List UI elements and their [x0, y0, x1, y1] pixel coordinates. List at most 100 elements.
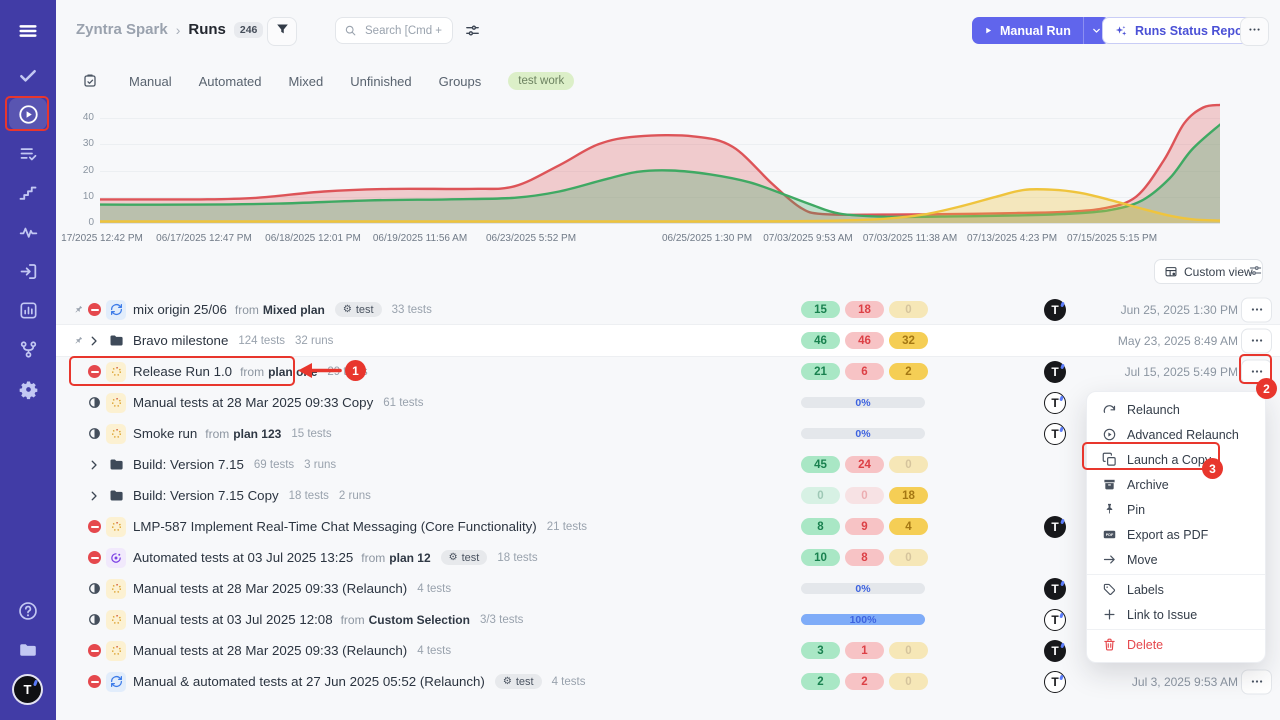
- search-input[interactable]: [363, 24, 444, 38]
- run-name[interactable]: Manual tests at 28 Mar 2025 09:33 (Relau…: [133, 581, 407, 596]
- run-row[interactable]: mix origin 25/06fromMixed plan⚙test33 te…: [56, 294, 1280, 325]
- tab-groups[interactable]: Groups: [439, 74, 482, 89]
- search-settings-icon[interactable]: [464, 22, 481, 44]
- sidebar-item-imports[interactable]: [0, 257, 56, 285]
- run-name[interactable]: Build: Version 7.15: [133, 457, 244, 472]
- spinner-icon: [106, 393, 126, 413]
- pinned-icon[interactable]: [72, 335, 84, 347]
- result-pill: 1: [845, 642, 884, 659]
- sidebar-item-milestones[interactable]: [0, 179, 56, 207]
- run-name[interactable]: LMP-587 Implement Real-Time Chat Messagi…: [133, 519, 537, 534]
- tag-badge[interactable]: ⚙test: [495, 674, 542, 689]
- breadcrumb-project[interactable]: Zyntra Spark: [76, 21, 168, 38]
- menu-item-label: Export as PDF: [1127, 528, 1208, 542]
- run-name[interactable]: Bravo milestone: [133, 333, 228, 348]
- sidebar-item-settings[interactable]: [0, 375, 56, 403]
- run-name[interactable]: Manual & automated tests at 27 Jun 2025 …: [133, 674, 485, 689]
- plan-name[interactable]: plan 123: [233, 427, 281, 441]
- run-row[interactable]: Bravo milestone124 tests32 runs464632May…: [56, 324, 1280, 357]
- run-date: May 23, 2025 8:49 AM: [1118, 334, 1238, 348]
- plan-name[interactable]: plan one: [268, 365, 317, 379]
- run-name[interactable]: mix origin 25/06: [133, 302, 227, 317]
- menu-item-advanced-relaunch[interactable]: Advanced Relaunch: [1087, 422, 1265, 447]
- run-name[interactable]: Manual tests at 28 Mar 2025 09:33 Copy: [133, 395, 373, 410]
- run-row-main: LMP-587 Implement Real-Time Chat Messagi…: [88, 511, 587, 542]
- sidebar-item-help[interactable]: [0, 597, 56, 625]
- sidebar-item-tests[interactable]: [0, 61, 56, 89]
- run-name[interactable]: Smoke run: [133, 426, 197, 441]
- sidebar-item-activity[interactable]: [0, 218, 56, 246]
- menu-item-link-to-issue[interactable]: Link to Issue: [1087, 602, 1265, 627]
- plan-name[interactable]: Mixed plan: [263, 303, 325, 317]
- run-name[interactable]: Manual tests at 03 Jul 2025 12:08: [133, 612, 333, 627]
- expand-chevron-icon[interactable]: [88, 335, 106, 347]
- result-pill: 4: [889, 518, 928, 535]
- saved-views-icon[interactable]: [82, 73, 98, 89]
- row-more-button[interactable]: [1241, 297, 1272, 322]
- run-name[interactable]: Build: Version 7.15 Copy: [133, 488, 279, 503]
- custom-view-button[interactable]: Custom view: [1154, 259, 1263, 284]
- tests-count: 33 tests: [392, 304, 432, 316]
- run-row-main: Release Run 1.0fromplan one29 tests: [88, 356, 368, 387]
- sidebar-item-test-plans[interactable]: [0, 139, 56, 167]
- results-cell: 2162: [801, 356, 933, 387]
- chevron-down-icon: [1091, 25, 1102, 36]
- row-more-button[interactable]: [1241, 328, 1272, 353]
- run-row[interactable]: Release Run 1.0fromplan one29 tests2162T…: [56, 356, 1280, 387]
- run-date: Jul 3, 2025 9:53 AM: [1132, 675, 1238, 689]
- run-row[interactable]: Manual & automated tests at 27 Jun 2025 …: [56, 666, 1280, 697]
- assignee-avatar: T: [1044, 392, 1066, 414]
- status-blocked-icon: [88, 675, 106, 688]
- result-pill: 2: [889, 363, 928, 380]
- menu-item-launch-a-copy[interactable]: Launch a Copy: [1087, 447, 1265, 472]
- tag-badge[interactable]: ⚙test: [335, 302, 382, 317]
- progress-label: 100%: [801, 614, 925, 625]
- manual-run-button[interactable]: Manual Run: [972, 17, 1110, 44]
- sidebar-item-traceability[interactable]: [0, 335, 56, 363]
- results-cell: 0%: [801, 573, 925, 604]
- menu-item-delete[interactable]: Delete: [1087, 632, 1265, 657]
- tests-count: 124 tests: [238, 335, 285, 347]
- filter-button[interactable]: [267, 17, 297, 46]
- tab-automated[interactable]: Automated: [199, 74, 262, 89]
- play-circle-icon: [17, 103, 40, 126]
- menu-item-pin[interactable]: Pin: [1087, 497, 1265, 522]
- run-name[interactable]: Automated tests at 03 Jul 2025 13:25: [133, 550, 353, 565]
- header-more-button[interactable]: [1240, 17, 1269, 46]
- menu-item-relaunch[interactable]: Relaunch: [1087, 397, 1265, 422]
- user-avatar[interactable]: T: [14, 676, 41, 703]
- tab-manual[interactable]: Manual: [129, 74, 172, 89]
- avatar-accent: [1060, 301, 1065, 307]
- expand-chevron-icon[interactable]: [88, 490, 106, 502]
- menu-icon: [17, 20, 39, 42]
- run-name[interactable]: Release Run 1.0: [133, 364, 232, 379]
- run-row-main: Manual tests at 28 Mar 2025 09:33 Copy61…: [88, 387, 424, 418]
- tag-badge[interactable]: ⚙test: [441, 550, 488, 565]
- tab-unfinished[interactable]: Unfinished: [350, 74, 411, 89]
- manual-run-main[interactable]: Manual Run: [972, 17, 1083, 44]
- results-cell: 1080: [801, 542, 933, 573]
- row-more-button[interactable]: [1241, 359, 1272, 384]
- sidebar-item-reports[interactable]: [0, 296, 56, 324]
- plan-name[interactable]: Custom Selection: [369, 613, 470, 627]
- result-pill: 0: [801, 487, 840, 504]
- row-more-button[interactable]: [1241, 669, 1272, 694]
- folder-icon: [106, 455, 126, 475]
- result-pill: 15: [801, 301, 840, 318]
- tab-mixed[interactable]: Mixed: [289, 74, 324, 89]
- menu-item-export-as-pdf[interactable]: PDFExport as PDF: [1087, 522, 1265, 547]
- sidebar-item-menu[interactable]: [0, 17, 56, 45]
- run-name[interactable]: Manual tests at 28 Mar 2025 09:33 (Relau…: [133, 643, 407, 658]
- plan-name[interactable]: plan 12: [389, 551, 430, 565]
- sidebar-item-runs[interactable]: [0, 100, 56, 128]
- menu-item-move[interactable]: Move: [1087, 547, 1265, 572]
- pinned-icon[interactable]: [72, 304, 84, 316]
- sidebar-item-projects[interactable]: [0, 636, 56, 664]
- breadcrumb-page[interactable]: Runs: [188, 21, 226, 38]
- filter-tag[interactable]: test work: [508, 72, 574, 90]
- expand-chevron-icon[interactable]: [88, 459, 106, 471]
- menu-item-labels[interactable]: Labels: [1087, 577, 1265, 602]
- menu-item-archive[interactable]: Archive: [1087, 472, 1265, 497]
- view-settings-icon[interactable]: [1248, 263, 1263, 283]
- search-box[interactable]: [335, 17, 453, 44]
